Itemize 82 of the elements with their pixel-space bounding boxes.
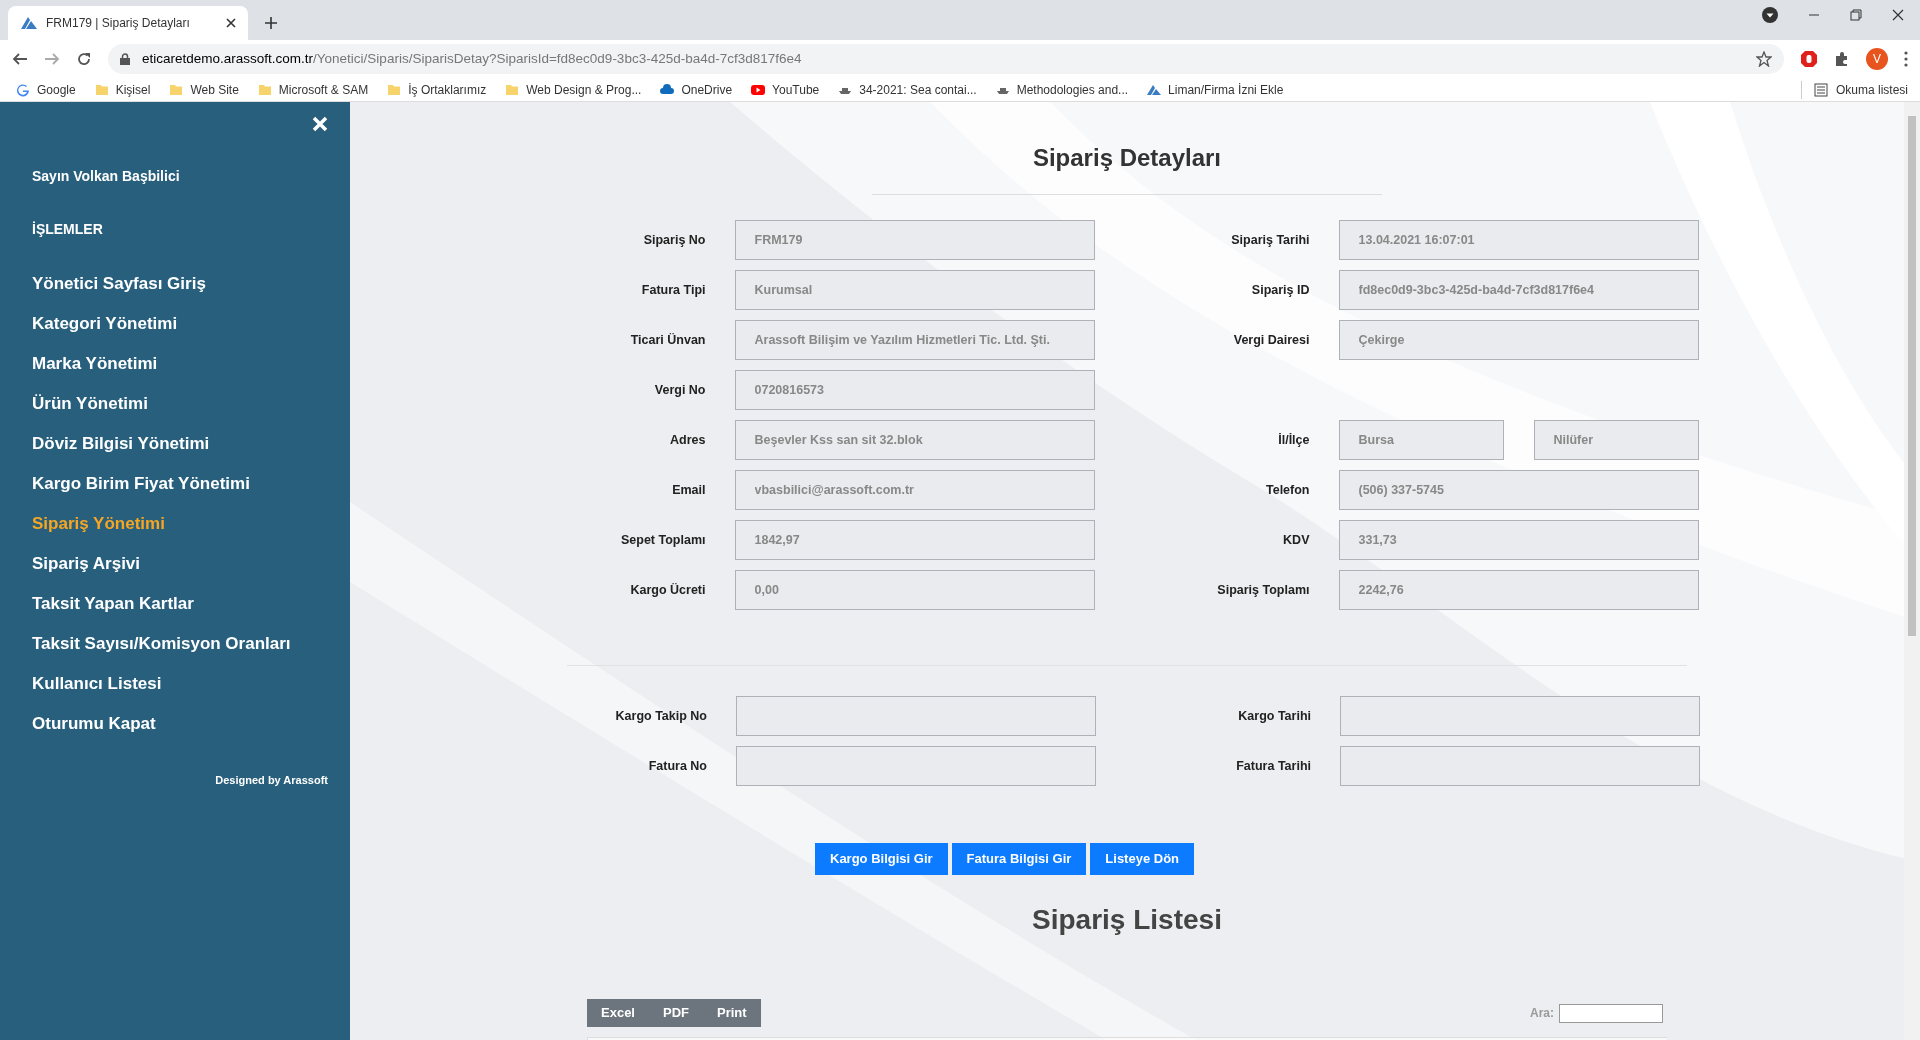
bookmark[interactable]: İş Ortaklarımız [387,80,487,99]
close-icon[interactable] [226,18,236,28]
field-label: Sepet Toplamı [620,531,707,549]
field-label: Sipariş No [642,231,707,249]
section-title: Sipariş Listesi [1032,903,1222,937]
bookmark[interactable]: Microsoft & SAM [257,80,369,99]
sidebar-link[interactable]: Döviz Bilgisi Yönetimi [32,432,328,456]
folder-icon [169,82,184,97]
cloud-icon [660,82,675,97]
field-label: İl/İlçe [1277,431,1311,449]
bookmark[interactable]: Kişisel [94,80,151,99]
folder-icon [94,82,109,97]
list-icon [1813,82,1828,97]
sidebar-link[interactable]: Taksit Sayısı/Komisyon Oranları [32,632,328,656]
field-label: Sipariş Toplamı [1216,581,1311,599]
sidebar-link[interactable]: Kullanıcı Listesi [32,672,328,696]
bookmark[interactable]: 34-2021: Sea contai... [838,80,977,99]
folder-icon [505,82,520,97]
action-button[interactable]: Fatura Bilgisi Gir [951,843,1087,875]
search-label: Ara: [1530,1005,1554,1022]
lock-icon [120,53,130,65]
field-label: Ticari Ünvan [629,331,707,349]
google-icon [16,82,30,97]
bookmark[interactable]: Web Site [169,80,239,99]
field-label: Email [671,481,707,499]
restore-icon[interactable] [1850,9,1862,21]
puzzle-icon[interactable] [1834,51,1850,67]
field-label: Kargo Takip No [614,707,708,725]
star-icon[interactable] [1756,51,1772,67]
menu-icon[interactable] [1904,51,1908,67]
bookmark[interactable]: OneDrive [660,80,733,99]
field-label: Kargo Ücreti [629,581,707,599]
footer-credit: Designed by Arassoft [215,773,328,788]
sidebar-link[interactable]: Kargo Birim Fiyat Yönetimi [32,472,328,496]
tab-title: FRM179 | Sipariş Detayları [46,15,191,32]
bookmark[interactable]: Methodologies and... [995,80,1129,99]
export-button[interactable]: Excel [587,1003,649,1023]
action-button[interactable]: Listeye Dön [1090,843,1194,875]
bookmark[interactable]: Web Design & Prog... [505,80,642,99]
url-text: eticaretdemo.arassoft.com.tr/Yonetici/Siparis/SiparisDetay?SiparisId=fd8ec0d9-3bc3-425d-ba4d-7cf3d817f6e4 [142,49,803,68]
scrollbar[interactable] [1904,102,1920,1040]
field-label: Fatura No [647,757,708,775]
page-title: Sipariş Detayları [1032,143,1222,172]
sidebar-link[interactable]: Taksit Yapan Kartlar [32,592,328,616]
back-icon[interactable] [12,51,28,67]
field-label: Vergi Dairesi [1232,331,1311,349]
field-label: Kargo Tarihi [1237,707,1312,725]
field-label: Adres [669,431,707,449]
folder-icon [257,82,272,97]
reload-icon[interactable] [76,51,92,67]
bookmark[interactable]: Google [16,80,76,99]
field-label: Fatura Tipi [640,281,707,299]
field-label: KDV [1282,531,1311,549]
profile-avatar[interactable]: V [1866,48,1888,70]
plus-icon[interactable] [264,16,278,30]
sidebar-link[interactable]: Marka Yönetimi [32,352,328,376]
sidebar-link[interactable]: Sipariş Arşivi [32,552,328,576]
browser-tab[interactable]: FRM179 | Sipariş Detayları [8,6,248,40]
bookmark[interactable]: Liman/Firma İzni Ekle [1147,80,1284,99]
export-button[interactable]: Print [703,1003,761,1023]
field-label: Sipariş ID [1250,281,1311,299]
section-heading: İŞLEMLER [32,220,104,239]
sidebar-link[interactable]: Oturumu Kapat [32,712,328,736]
close-icon[interactable] [1892,9,1904,21]
action-button[interactable]: Kargo Bilgisi Gir [815,843,948,875]
user-greeting: Sayın Volkan Başbilici [32,167,181,186]
site-logo-icon [20,16,38,30]
field-label: Fatura Tarihi [1235,757,1312,775]
stop-sign-icon[interactable] [1800,50,1818,68]
folder-icon [387,82,402,97]
sidebar-link[interactable]: Kategori Yönetimi [32,312,328,336]
bookmark[interactable]: YouTube [751,80,820,99]
address-bar[interactable]: eticaretdemo.arassoft.com.tr/Yonetici/Siparis/SiparisDetay?SiparisId=fd8ec0d9-3bc3-425d-ba4d-7cf3d817f6e4 [108,44,1784,74]
field-label: Vergi No [653,381,707,399]
field-label: Telefon [1264,481,1311,499]
export-button[interactable]: PDF [649,1003,703,1023]
sidebar-link[interactable]: Yönetici Sayfası Giriş [32,272,328,296]
play-icon [751,82,766,97]
dropdown-icon[interactable] [1762,7,1778,23]
field-label: Sipariş Tarihi [1230,231,1311,249]
reading-list[interactable]: Okuma listesi [1800,80,1908,99]
sidebar-link[interactable]: Ürün Yönetimi [32,392,328,416]
